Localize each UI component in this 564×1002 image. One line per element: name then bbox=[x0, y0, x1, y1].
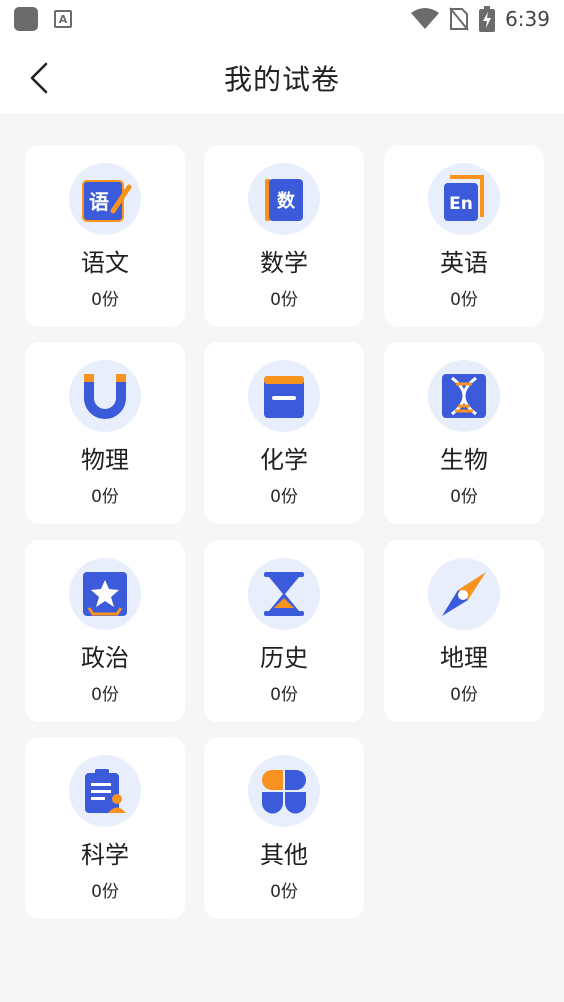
subject-card-science[interactable]: 科学 0份 bbox=[25, 737, 185, 919]
app-notification-icon bbox=[14, 7, 38, 31]
chinese-glyph: 语 bbox=[89, 190, 109, 214]
clover-icon bbox=[248, 755, 320, 827]
subject-name: 政治 bbox=[81, 644, 129, 672]
subject-card-chemistry[interactable]: 化学 0份 bbox=[204, 342, 364, 524]
subject-name: 物理 bbox=[81, 446, 129, 474]
dna-icon bbox=[428, 360, 500, 432]
subject-count: 0份 bbox=[270, 685, 298, 705]
subject-name: 科学 bbox=[81, 841, 129, 869]
english-icon: En bbox=[428, 163, 500, 235]
star-badge-icon bbox=[69, 558, 141, 630]
subject-card-geography[interactable]: 地理 0份 bbox=[384, 540, 544, 722]
subject-name: 化学 bbox=[260, 446, 308, 474]
battery-charging-icon bbox=[479, 6, 496, 32]
subject-name: 英语 bbox=[440, 249, 488, 277]
subject-count: 0份 bbox=[450, 685, 478, 705]
subject-name: 语文 bbox=[81, 249, 129, 277]
subject-count: 0份 bbox=[270, 290, 298, 310]
subject-card-history[interactable]: 历史 0份 bbox=[204, 540, 364, 722]
math-glyph: 数 bbox=[277, 190, 296, 212]
subject-name: 地理 bbox=[440, 644, 488, 672]
subject-count: 0份 bbox=[91, 882, 119, 902]
subject-name: 历史 bbox=[260, 644, 308, 672]
subject-name: 生物 bbox=[440, 446, 488, 474]
subject-count: 0份 bbox=[270, 487, 298, 507]
subject-count: 0份 bbox=[450, 487, 478, 507]
hourglass-icon bbox=[248, 558, 320, 630]
no-sim-icon bbox=[449, 7, 469, 31]
subject-card-physics[interactable]: 物理 0份 bbox=[25, 342, 185, 524]
subject-count: 0份 bbox=[450, 290, 478, 310]
status-bar: A 6:39 bbox=[0, 0, 564, 40]
font-notification-icon: A bbox=[54, 10, 72, 28]
subject-count: 0份 bbox=[91, 290, 119, 310]
clock: 6:39 bbox=[505, 7, 550, 31]
chinese-icon: 语 bbox=[69, 163, 141, 235]
subject-card-other[interactable]: 其他 0份 bbox=[204, 737, 364, 919]
compass-icon bbox=[428, 558, 500, 630]
math-icon: 数 bbox=[248, 163, 320, 235]
subject-name: 数学 bbox=[260, 249, 308, 277]
page-title: 我的试卷 bbox=[223, 63, 340, 96]
subject-count: 0份 bbox=[91, 685, 119, 705]
chemistry-book-icon bbox=[248, 360, 320, 432]
subject-card-biology[interactable]: 生物 0份 bbox=[384, 342, 544, 524]
subject-count: 0份 bbox=[91, 487, 119, 507]
clipboard-user-icon bbox=[69, 755, 141, 827]
subject-count: 0份 bbox=[270, 882, 298, 902]
subject-card-math[interactable]: 数 数学 0份 bbox=[204, 145, 364, 327]
subject-card-english[interactable]: En 英语 0份 bbox=[384, 145, 544, 327]
subject-card-politics[interactable]: 政治 0份 bbox=[25, 540, 185, 722]
magnet-icon bbox=[69, 360, 141, 432]
header: 我的试卷 bbox=[0, 40, 564, 114]
subject-card-chinese[interactable]: 语 语文 0份 bbox=[25, 145, 185, 327]
subject-name: 其他 bbox=[260, 841, 308, 869]
english-glyph: En bbox=[449, 194, 473, 214]
wifi-icon bbox=[411, 8, 440, 29]
